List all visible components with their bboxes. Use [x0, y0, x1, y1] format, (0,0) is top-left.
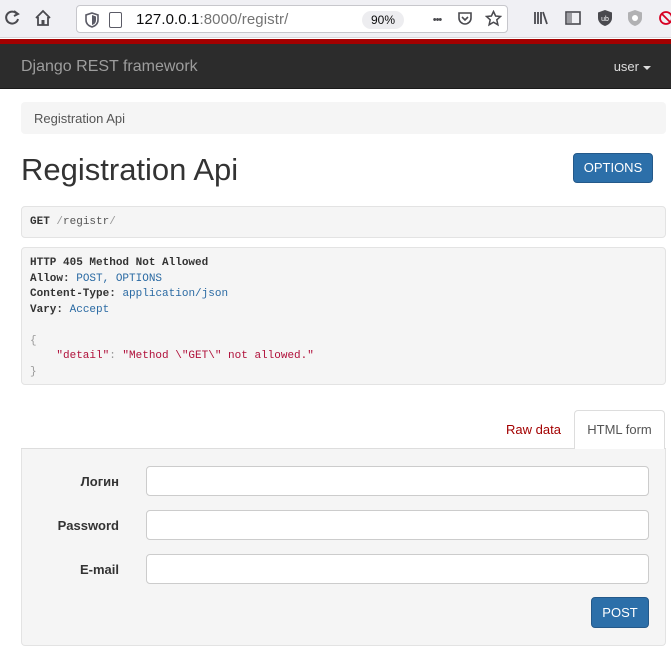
json-detail-value: "Method \"GET\" not allowed."	[122, 350, 314, 362]
json-brace-close: }	[30, 365, 37, 378]
header-content-type-value: application/json	[122, 288, 229, 300]
sidebar-icon[interactable]	[563, 9, 583, 29]
content-tabs: Raw data HTML form	[21, 410, 666, 450]
bookmark-star-icon[interactable]	[483, 9, 503, 30]
path-separator: /	[109, 216, 116, 228]
header-vary-key: Vary:	[30, 303, 64, 316]
request-path: registr	[63, 216, 110, 228]
password-input[interactable]	[146, 510, 649, 540]
extension-blocked-icon[interactable]	[656, 9, 671, 29]
reload-icon[interactable]	[2, 9, 22, 29]
tracking-shield-icon[interactable]	[85, 12, 99, 28]
url-host: 127.0.0.1	[136, 11, 200, 28]
response-info: HTTP 405 Method Not Allowed Allow: POST,…	[21, 247, 666, 385]
header-content-type-key: Content-Type:	[30, 288, 116, 300]
url-text[interactable]: 127.0.0.1:8000/registr/	[136, 11, 288, 28]
breadcrumb-item-registration-api[interactable]: Registration Api	[34, 111, 125, 126]
response-status: HTTP 405 Method Not Allowed	[30, 257, 209, 269]
address-bar[interactable]: 127.0.0.1:8000/registr/ 90% •••	[76, 5, 508, 33]
page-info-icon[interactable]	[109, 12, 122, 28]
url-path: :8000/registr/	[199, 11, 289, 28]
login-input[interactable]	[146, 466, 649, 496]
caret-down-icon	[643, 65, 651, 70]
email-input[interactable]	[146, 554, 649, 584]
tab-html-form[interactable]: HTML form	[574, 410, 665, 450]
json-detail-key: "detail"	[56, 350, 110, 362]
options-button[interactable]: OPTIONS	[573, 153, 653, 183]
pocket-icon[interactable]	[455, 10, 475, 30]
tab-raw-data[interactable]: Raw data	[506, 422, 561, 437]
json-colon: :	[109, 350, 123, 362]
user-dropdown-label: user	[613, 59, 639, 74]
login-label: Логин	[80, 474, 119, 489]
user-dropdown[interactable]: user	[614, 59, 651, 74]
request-info: GET /registr/	[21, 206, 666, 238]
email-label: E-mail	[79, 562, 119, 577]
json-brace-open: {	[30, 334, 37, 347]
svg-text:ub: ub	[601, 16, 609, 23]
home-icon[interactable]	[33, 9, 53, 29]
zoom-indicator[interactable]: 90%	[362, 11, 404, 29]
password-label: Password	[57, 518, 119, 533]
navbar: Django REST framework user	[0, 44, 671, 89]
browser-toolbar: 127.0.0.1:8000/registr/ 90% ••• ub	[0, 0, 671, 38]
request-method: GET	[30, 216, 50, 228]
privacy-badger-icon[interactable]	[625, 9, 645, 29]
breadcrumb: Registration Api	[21, 102, 666, 134]
header-allow-value: POST, OPTIONS	[76, 272, 163, 285]
ublock-icon[interactable]: ub	[595, 9, 615, 29]
registration-form: Логин Password E-mail POST	[21, 449, 666, 646]
header-allow-key: Allow:	[30, 272, 70, 285]
post-button[interactable]: POST	[591, 597, 649, 628]
more-actions-icon[interactable]: •••	[427, 10, 447, 30]
brand-link[interactable]: Django REST framework	[21, 58, 198, 76]
header-vary-value: Accept	[69, 303, 110, 316]
page-title: Registration Api	[21, 152, 239, 187]
library-icon[interactable]	[531, 9, 551, 29]
